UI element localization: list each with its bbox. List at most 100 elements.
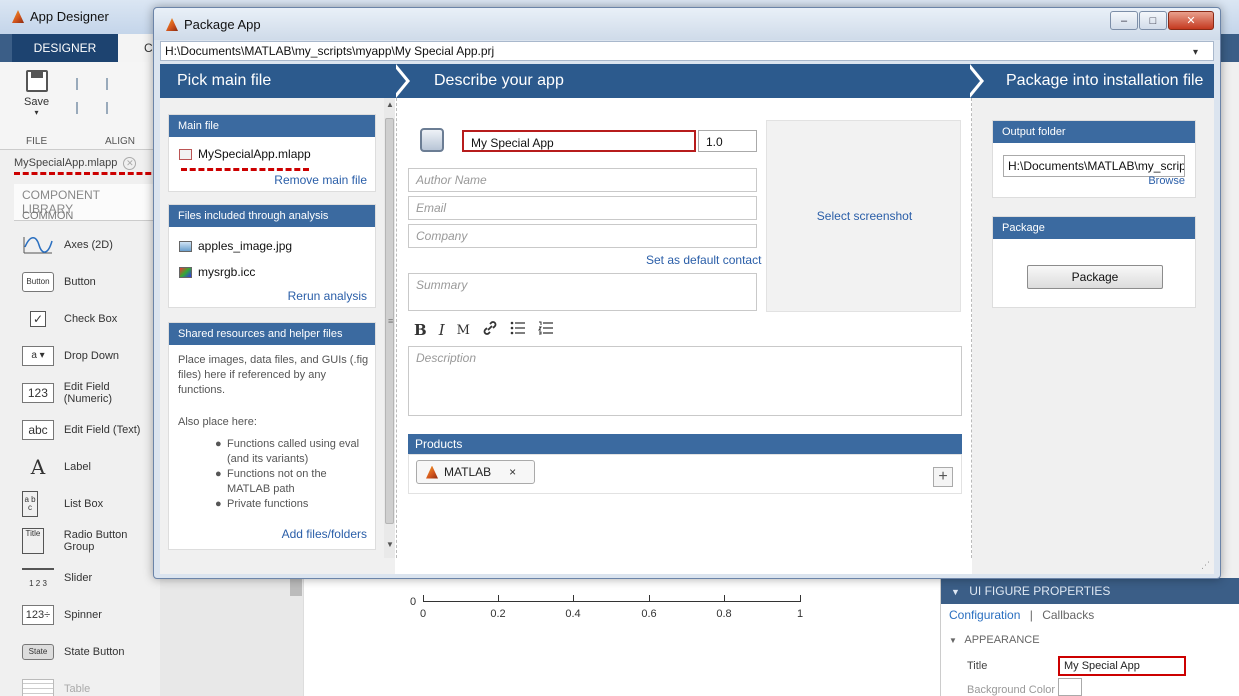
component-item[interactable]: 123 Edit Field (Numeric) (14, 374, 160, 411)
component-item[interactable]: Axes (2D) (14, 226, 160, 263)
component-item[interactable]: Table (14, 670, 160, 696)
x-tick-mark (423, 595, 424, 601)
close-button[interactable]: ✕ (1168, 11, 1214, 30)
browse-link[interactable]: Browse (1148, 175, 1185, 187)
axes-component[interactable] (303, 578, 940, 696)
analysis-file-row[interactable]: apples_image.jpg (179, 239, 292, 253)
file-section-label: FILE (26, 136, 48, 147)
listbox-icon: a b c (22, 490, 38, 517)
splitter-grip-icon[interactable]: ≡ (388, 316, 393, 326)
link-icon[interactable] (482, 320, 498, 340)
matlab-logo-icon (166, 18, 178, 31)
tab-designer[interactable]: DESIGNER (12, 34, 118, 62)
main-file-row[interactable]: MySpecialApp.mlapp (179, 147, 311, 161)
summary-input[interactable]: Summary (408, 273, 757, 311)
set-default-contact-link[interactable]: Set as default contact (646, 253, 761, 267)
component-item[interactable]: ✓ Check Box (14, 300, 160, 337)
component-label: List Box (64, 497, 104, 510)
pick-main-file-panel: Main file MySpecialApp.mlapp Remove main… (160, 98, 395, 574)
component-item[interactable]: 1 2 3 Slider (14, 559, 160, 596)
analysis-file-name: apples_image.jpg (198, 239, 293, 253)
select-screenshot-link[interactable]: Select screenshot (767, 209, 962, 223)
background-color-label: Background Color (967, 684, 1056, 696)
rerun-analysis-link[interactable]: Rerun analysis (288, 289, 367, 303)
properties-tabs: Configuration | Callbacks (949, 608, 1094, 622)
dropdown-icon: a ▾ (22, 345, 54, 366)
component-list: Axes (2D) Button Button ✓ Check Box a ▾ … (14, 226, 160, 696)
analysis-file-row[interactable]: mysrgb.icc (179, 265, 255, 279)
title-property-input[interactable]: My Special App (1058, 656, 1186, 676)
appearance-label: APPEARANCE (964, 634, 1040, 646)
background-color-swatch[interactable] (1058, 678, 1082, 696)
x-tick-label: 0.2 (490, 608, 506, 620)
appearance-section[interactable]: ▼ APPEARANCE (949, 634, 1040, 646)
dialog-titlebar[interactable]: Package App – □ ✕ (154, 8, 1220, 40)
project-path-field[interactable]: H:\Documents\MATLAB\my_scripts\myapp\My … (160, 41, 1214, 61)
save-dropdown-icon: ▾ (34, 108, 39, 117)
save-label: Save (24, 96, 50, 108)
window-buttons: – □ ✕ (1109, 11, 1214, 30)
description-input[interactable]: Description (408, 346, 962, 416)
x-tick-label: 0 (419, 608, 427, 620)
author-name-input[interactable]: Author Name (408, 168, 757, 192)
screenshot-area[interactable]: Select screenshot (766, 120, 961, 312)
scroll-up-icon[interactable]: ▲ (386, 100, 394, 109)
left-panel-scrollbar[interactable]: ▲ ▼ (384, 98, 395, 558)
numbered-list-icon[interactable] (538, 321, 554, 339)
company-input[interactable]: Company (408, 224, 757, 248)
component-item[interactable]: a ▾ Drop Down (14, 337, 160, 374)
component-label: Label (64, 460, 91, 473)
minimize-button[interactable]: – (1110, 11, 1138, 30)
version-input[interactable]: 1.0 (698, 130, 757, 152)
app-icon-selector[interactable] (420, 128, 444, 152)
component-item[interactable]: State State Button (14, 633, 160, 670)
dialog-title: Package App (166, 17, 261, 32)
package-header: Package (993, 217, 1195, 239)
add-files-folders-link[interactable]: Add files/folders (282, 527, 367, 541)
properties-header[interactable]: ▼ UI FIGURE PROPERTIES (941, 578, 1239, 604)
tab-callbacks[interactable]: Callbacks (1042, 608, 1094, 622)
component-item[interactable]: Button Button (14, 263, 160, 300)
component-item[interactable]: A Label (14, 448, 160, 485)
component-item[interactable]: abc Edit Field (Text) (14, 411, 160, 448)
tab-canvas[interactable]: C (118, 34, 158, 62)
resize-grip-icon[interactable]: ⋰ (1201, 560, 1210, 571)
tab-configuration[interactable]: Configuration (949, 608, 1020, 622)
save-button[interactable]: Save ▾ (24, 70, 49, 117)
output-folder-input[interactable]: H:\Documents\MATLAB\my_scripts\myapp (1003, 155, 1185, 177)
align-top-icon[interactable] (76, 102, 90, 114)
remove-product-icon[interactable]: × (509, 465, 516, 479)
monospace-icon[interactable]: M (457, 323, 470, 338)
remove-main-file-link[interactable]: Remove main file (274, 173, 367, 187)
align-center-icon[interactable] (106, 78, 120, 90)
component-label: Button (64, 275, 96, 288)
align-left-icon[interactable] (76, 78, 90, 90)
checkbox-icon: ✓ (22, 309, 54, 329)
component-item[interactable]: a b c List Box (14, 485, 160, 522)
scroll-down-icon[interactable]: ▼ (386, 540, 394, 549)
bold-icon[interactable]: B (414, 321, 427, 339)
component-item[interactable]: Title Radio Button Group (14, 522, 160, 559)
file-tab[interactable]: MySpecialApp.mlapp ✕ (14, 152, 137, 174)
app-name-input[interactable]: My Special App (462, 130, 696, 152)
bullet-list-icon[interactable] (510, 321, 526, 339)
product-chip-matlab[interactable]: MATLAB × (416, 460, 535, 484)
library-scrollbar[interactable] (290, 578, 302, 596)
align-middle-icon[interactable] (106, 102, 120, 114)
maximize-button[interactable]: □ (1139, 11, 1167, 30)
email-input[interactable]: Email (408, 196, 757, 220)
component-item[interactable]: 123÷ Spinner (14, 596, 160, 633)
output-folder-header: Output folder (993, 121, 1195, 143)
package-button[interactable]: Package (1027, 265, 1163, 289)
step-chevron-fill (966, 64, 980, 98)
project-menu-icon[interactable]: ▾ (1193, 47, 1198, 58)
italic-icon[interactable]: I (439, 321, 445, 339)
annotation-underline (14, 172, 160, 175)
collapse-icon[interactable]: ▼ (951, 587, 960, 597)
panel-splitter[interactable] (396, 98, 397, 558)
add-product-button[interactable]: + (933, 467, 953, 487)
component-label: State Button (64, 645, 125, 658)
save-icon (25, 70, 48, 92)
x-tick-label: 0.8 (716, 608, 732, 620)
close-tab-icon[interactable]: ✕ (123, 156, 137, 170)
